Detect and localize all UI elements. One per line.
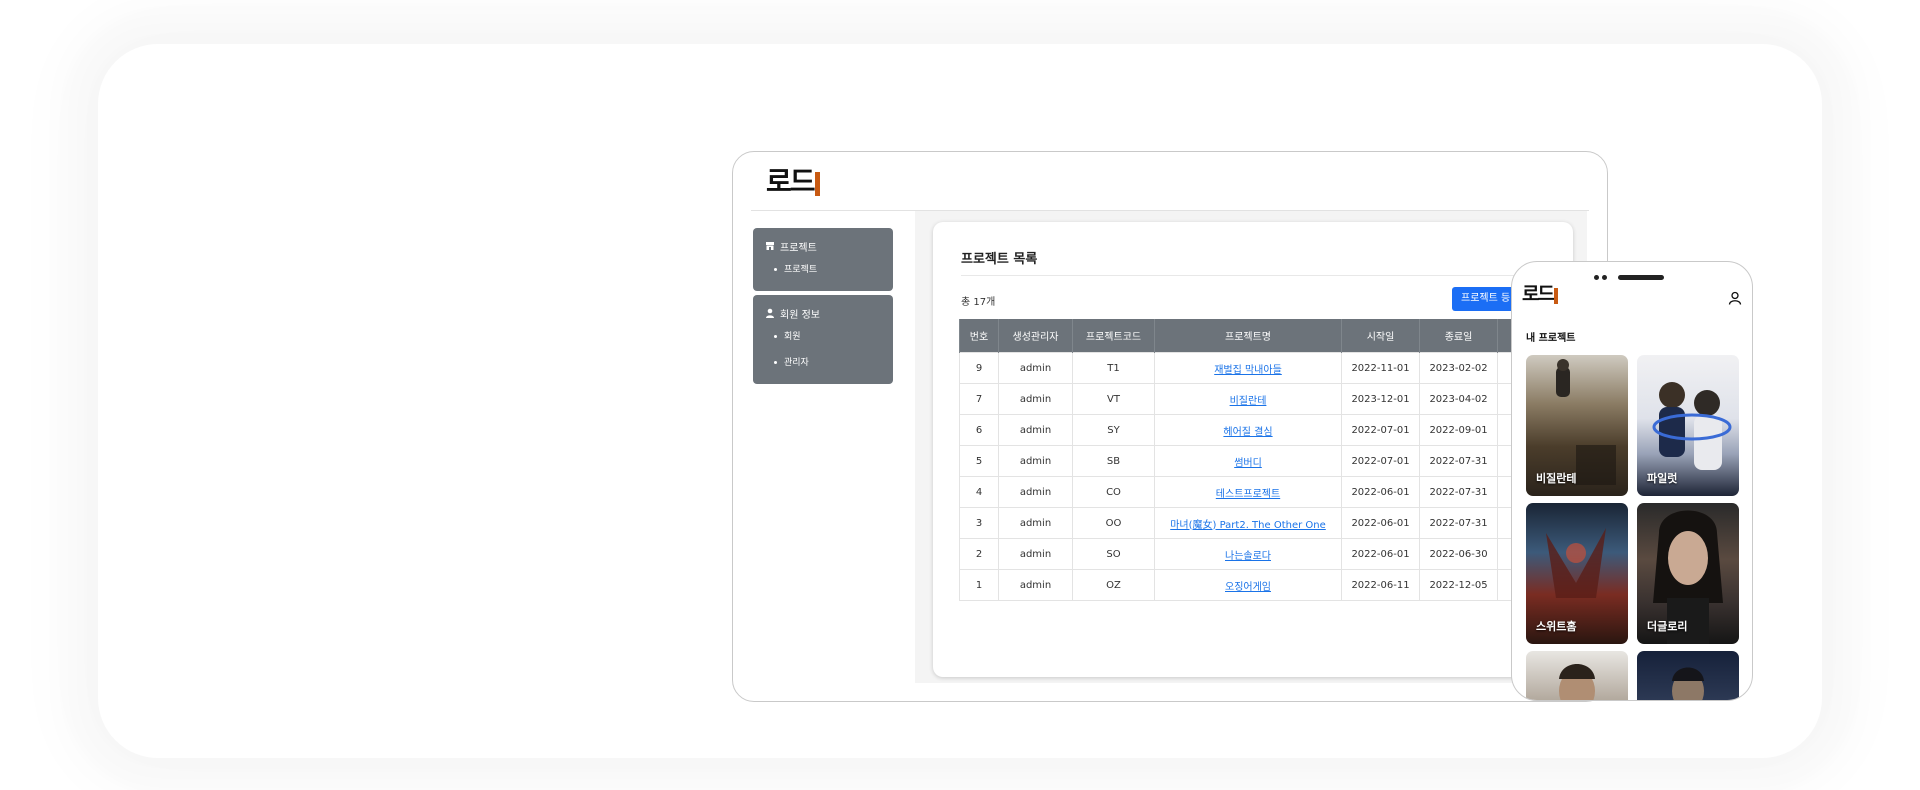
user-icon xyxy=(765,308,775,318)
project-name-link[interactable]: 재벌집 막내아들 xyxy=(1214,365,1282,376)
poster-card[interactable]: 스위트홈 xyxy=(1526,503,1628,644)
project-name-link[interactable]: 테스트프로젝트 xyxy=(1216,489,1280,500)
table-header-row: 번호 생성관리자 프로젝트코드 프로젝트명 시작일 종료일 xyxy=(959,319,1558,353)
logo[interactable]: 로드 xyxy=(766,168,820,196)
project-name-link[interactable]: 마녀(魔女) Part2. The Other One xyxy=(1170,520,1326,531)
mobile-mockup: 로드 내 프로젝트 비질란테 파일럿 스위트홈 더글로리 xyxy=(1511,261,1753,701)
project-name-link[interactable]: 헤어질 결심 xyxy=(1223,427,1272,438)
camera-dot xyxy=(1602,275,1607,280)
desktop-mockup: 로드 프로젝트 프로젝트 회원 정보 회원 관리자 프로젝트 목록 총 17개 … xyxy=(732,151,1608,702)
sidebar-title-member[interactable]: 회원 정보 xyxy=(753,302,893,324)
poster-card[interactable]: 비질란테 xyxy=(1526,355,1628,496)
sidebar-title-project[interactable]: 프로젝트 xyxy=(753,235,893,257)
logo-accent-bar xyxy=(814,172,820,196)
column-header-no: 번호 xyxy=(959,319,999,353)
column-header-code: 프로젝트코드 xyxy=(1072,319,1155,353)
project-name-link[interactable]: 비질란테 xyxy=(1230,396,1267,407)
sidebar-item-admin[interactable]: 관리자 xyxy=(753,350,893,376)
total-count: 총 17개 xyxy=(961,297,996,308)
desktop-header: 로드 xyxy=(751,152,1589,211)
table-row: 3 admin OO 마녀(魔女) Part2. The Other One 2… xyxy=(959,507,1559,539)
camera-dot xyxy=(1594,275,1599,280)
speaker-bar xyxy=(1618,275,1664,280)
table-row: 2 admin SO 나는솔로다 2022-06-01 2022-06-30 xyxy=(959,538,1559,570)
table-row: 7 admin VT 비질란테 2023-12-01 2023-04-02 xyxy=(959,383,1559,415)
sidebar-item-project[interactable]: 프로젝트 xyxy=(753,257,893,283)
column-header-end: 종료일 xyxy=(1419,319,1498,353)
column-header-name: 프로젝트명 xyxy=(1154,319,1342,353)
project-table: 번호 생성관리자 프로젝트코드 프로젝트명 시작일 종료일 9 admin T1… xyxy=(959,319,1559,601)
my-projects-title: 내 프로젝트 xyxy=(1526,333,1576,344)
mobile-logo[interactable]: 로드 xyxy=(1522,285,1558,304)
table-row: 5 admin SB 썸버디 2022-07-01 2022-07-31 xyxy=(959,445,1559,477)
page-title: 프로젝트 목록 xyxy=(961,248,1561,276)
poster-card[interactable]: 파일럿 xyxy=(1637,355,1739,496)
table-row: 4 admin CO 테스트프로젝트 2022-06-01 2022-07-31 xyxy=(959,476,1559,508)
poster-card[interactable] xyxy=(1526,651,1628,700)
column-header-admin: 생성관리자 xyxy=(998,319,1073,353)
poster-card[interactable] xyxy=(1637,651,1739,700)
sidebar-group-project: 프로젝트 프로젝트 xyxy=(753,228,893,291)
poster-image xyxy=(1672,667,1704,700)
project-name-link[interactable]: 나는솔로다 xyxy=(1225,551,1271,562)
project-list-card: 프로젝트 목록 총 17개 프로젝트 등 번호 생성관리자 프로젝트코드 프로젝… xyxy=(933,222,1573,677)
table-row: 1 admin OZ 오징어게임 2022-06-11 2022-12-05 xyxy=(959,569,1559,601)
sidebar-group-member: 회원 정보 회원 관리자 xyxy=(753,295,893,384)
project-name-link[interactable]: 썸버디 xyxy=(1234,458,1262,469)
poster-card[interactable]: 더글로리 xyxy=(1637,503,1739,644)
table-row: 6 admin SY 헤어질 결심 2022-07-01 2022-09-01 xyxy=(959,414,1559,446)
project-name-link[interactable]: 오징어게임 xyxy=(1225,582,1271,593)
table-row: 9 admin T1 재벌집 막내아들 2022-11-01 2023-02-0… xyxy=(959,352,1559,384)
logo-accent-bar xyxy=(1553,288,1558,304)
column-header-start: 시작일 xyxy=(1341,319,1420,353)
store-icon xyxy=(765,241,775,251)
profile-icon[interactable] xyxy=(1728,290,1742,305)
sidebar: 프로젝트 프로젝트 회원 정보 회원 관리자 xyxy=(753,228,893,388)
sidebar-item-member[interactable]: 회원 xyxy=(753,324,893,350)
poster-image xyxy=(1559,664,1595,700)
